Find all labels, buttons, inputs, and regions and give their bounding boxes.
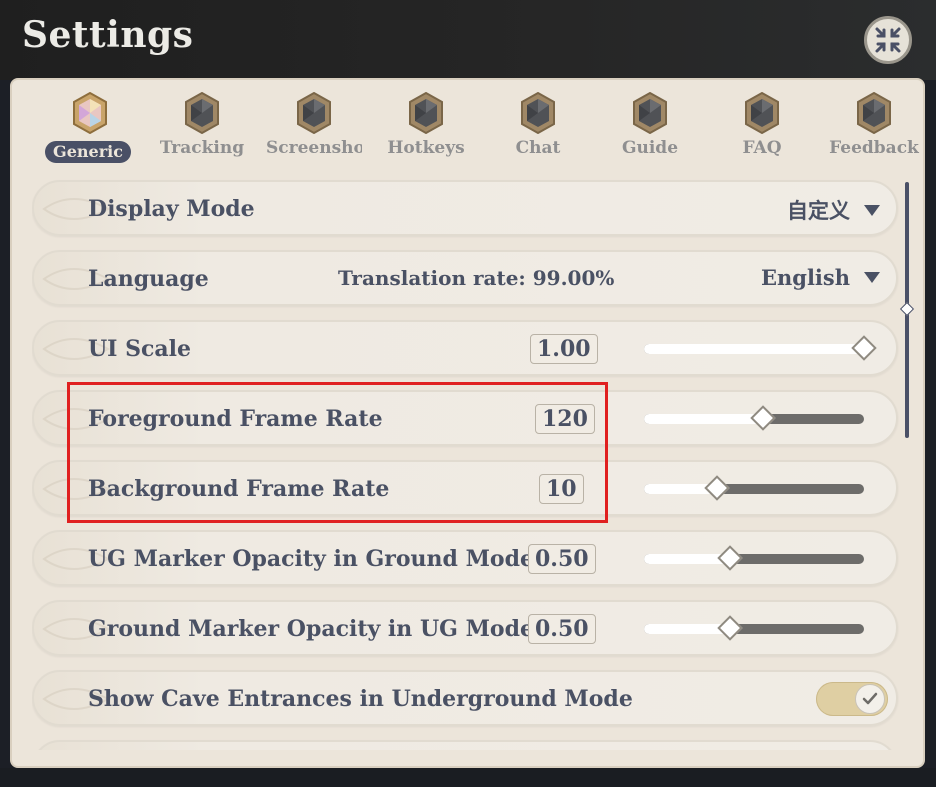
ui-scale-slider[interactable] — [644, 335, 877, 361]
translation-rate: Translation rate: 99.00% — [338, 266, 615, 290]
setting-label: Background Frame Rate — [88, 476, 390, 502]
hexagon-gem-icon — [633, 92, 667, 134]
tab-label: Hotkeys — [387, 138, 465, 158]
caret-down-icon — [864, 272, 880, 283]
dropdown-value: English — [760, 265, 850, 290]
foreground-frame-rate-value[interactable]: 120 — [535, 404, 595, 434]
setting-label: UG Marker Opacity in Ground Mode — [88, 546, 534, 572]
tab-label: Guide — [621, 138, 679, 158]
toggle-knob — [855, 684, 885, 714]
foreground-frame-rate-slider[interactable] — [644, 405, 864, 431]
show-cave-entrances-toggle[interactable] — [816, 682, 888, 716]
background-frame-rate-value[interactable]: 10 — [539, 474, 584, 504]
setting-show-cave-entrances: Show Cave Entrances in Underground Mode — [32, 670, 898, 726]
hexagon-gem-icon — [297, 92, 331, 134]
tab-tracking[interactable]: Tracking — [154, 88, 250, 168]
ground-marker-opacity-value[interactable]: 0.50 — [528, 614, 596, 644]
hexagon-gem-icon — [409, 92, 443, 134]
checkmark-icon — [862, 692, 878, 705]
slider-fill — [644, 344, 864, 354]
tab-generic[interactable]: Generic — [42, 88, 138, 168]
slider-thumb[interactable] — [750, 405, 776, 431]
slider-fill — [644, 554, 730, 564]
background-strip — [0, 768, 936, 787]
collapse-arrows-icon — [875, 27, 901, 53]
slider-thumb[interactable] — [717, 545, 743, 571]
tab-label: Generic — [45, 141, 131, 163]
ug-marker-opacity-slider[interactable] — [644, 545, 864, 571]
tab-label: Screenshot — [266, 138, 362, 158]
setting-ui-scale: UI Scale 1.00 — [32, 320, 898, 376]
display-mode-dropdown[interactable]: 自定义 — [787, 195, 880, 225]
tab-label: FAQ — [742, 138, 782, 158]
tab-guide[interactable]: Guide — [602, 88, 698, 168]
setting-label: Display Mode — [88, 196, 255, 222]
tab-label: Feedback — [829, 138, 919, 158]
setting-ug-marker-opacity: UG Marker Opacity in Ground Mode 0.50 — [32, 530, 898, 586]
ug-marker-opacity-value[interactable]: 0.50 — [528, 544, 596, 574]
slider-thumb[interactable] — [851, 335, 877, 361]
setting-row-partial — [32, 740, 898, 750]
hexagon-gem-icon — [73, 92, 107, 134]
tab-faq[interactable]: FAQ — [714, 88, 810, 168]
setting-label: UI Scale — [88, 336, 192, 362]
hexagon-gem-icon — [185, 92, 219, 134]
tab-chat[interactable]: Chat — [490, 88, 586, 168]
setting-label: Ground Marker Opacity in UG Mode — [88, 616, 534, 642]
tab-screenshot[interactable]: Screenshot — [266, 88, 362, 168]
ui-scale-value[interactable]: 1.00 — [530, 334, 598, 364]
slider-thumb[interactable] — [717, 615, 743, 641]
tab-label: Tracking — [159, 138, 245, 158]
dropdown-value: 自定义 — [787, 198, 850, 223]
close-button[interactable] — [864, 16, 912, 64]
tab-label: Chat — [515, 138, 561, 158]
page-title: Settings — [22, 14, 194, 56]
background-frame-rate-slider[interactable] — [644, 475, 864, 501]
setting-foreground-frame-rate: Foreground Frame Rate 120 — [32, 390, 898, 446]
setting-language: Language Translation rate: 99.00% Englis… — [32, 250, 898, 306]
slider-thumb[interactable] — [704, 475, 730, 501]
hexagon-gem-icon — [521, 92, 555, 134]
setting-label: Show Cave Entrances in Underground Mode — [88, 686, 633, 712]
tab-feedback[interactable]: Feedback — [826, 88, 922, 168]
slider-fill — [644, 624, 730, 634]
hexagon-gem-icon — [745, 92, 779, 134]
caret-down-icon — [864, 204, 880, 216]
setting-background-frame-rate: Background Frame Rate 10 — [32, 460, 898, 516]
ground-marker-opacity-slider[interactable] — [644, 615, 864, 641]
setting-display-mode: Display Mode 自定义 — [32, 180, 898, 236]
language-dropdown[interactable]: English — [761, 265, 880, 290]
settings-header: Settings — [0, 0, 936, 80]
setting-label: Language — [88, 266, 209, 292]
settings-panel: Generic Tracking Screenshot — [10, 78, 925, 768]
hexagon-gem-icon — [857, 92, 891, 134]
slider-fill — [644, 414, 763, 424]
tab-hotkeys[interactable]: Hotkeys — [378, 88, 474, 168]
settings-list: Display Mode 自定义 Language Translation ra… — [32, 172, 904, 750]
setting-label: Foreground Frame Rate — [88, 406, 383, 432]
setting-ground-marker-opacity: Ground Marker Opacity in UG Mode 0.50 — [32, 600, 898, 656]
tab-bar: Generic Tracking Screenshot — [32, 88, 919, 168]
